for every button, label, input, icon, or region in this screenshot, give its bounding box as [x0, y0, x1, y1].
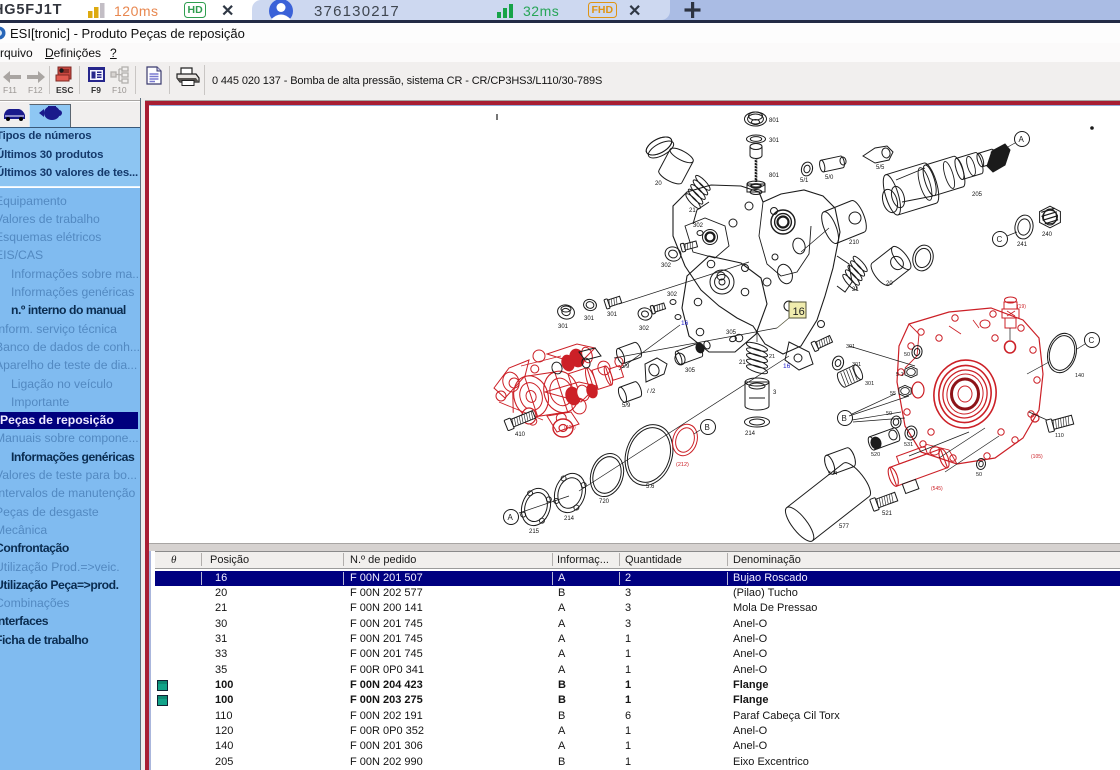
svg-text:50: 50: [904, 352, 910, 358]
svg-text:801: 801: [769, 118, 780, 124]
svg-text:20: 20: [655, 181, 662, 187]
svg-text:(105): (105): [1031, 454, 1043, 460]
svg-text:302: 302: [639, 326, 650, 332]
svg-text:305: 305: [685, 368, 696, 374]
svg-text:50: 50: [976, 472, 982, 478]
svg-text:210: 210: [849, 240, 860, 246]
svg-text:50: 50: [886, 411, 892, 417]
svg-text:240: 240: [1042, 232, 1053, 238]
svg-text:C: C: [997, 235, 1003, 244]
svg-text:(212): (212): [676, 462, 689, 468]
svg-text:20: 20: [886, 281, 893, 287]
svg-text:520: 520: [871, 452, 880, 458]
svg-text:5/1: 5/1: [800, 178, 809, 184]
svg-text:(545): (545): [931, 486, 943, 492]
svg-text:305: 305: [726, 330, 737, 336]
svg-text:215: 215: [529, 529, 540, 535]
svg-text:302: 302: [661, 263, 672, 269]
svg-text:301: 301: [852, 362, 861, 368]
svg-text:B: B: [842, 414, 847, 423]
svg-text:214: 214: [745, 431, 756, 437]
svg-text:C: C: [1089, 336, 1095, 345]
svg-text:21: 21: [689, 208, 696, 214]
svg-text:21: 21: [769, 354, 775, 360]
svg-text:/ /2: / /2: [647, 389, 656, 395]
svg-text:521: 521: [882, 511, 893, 517]
svg-text:301: 301: [558, 324, 569, 330]
svg-text:5/5: 5/5: [876, 165, 885, 171]
svg-text:B: B: [705, 423, 710, 432]
svg-text:241: 241: [1017, 242, 1028, 248]
svg-text:577: 577: [839, 524, 850, 530]
svg-text:205: 205: [972, 192, 983, 198]
svg-text:110: 110: [1055, 433, 1064, 439]
svg-text:5/0: 5/0: [825, 175, 834, 181]
svg-text:16: 16: [681, 320, 689, 327]
svg-text:5.6: 5.6: [646, 484, 655, 490]
svg-text:16: 16: [783, 363, 791, 370]
svg-text:(400): (400): [564, 425, 576, 431]
svg-text:5/9: 5/9: [622, 403, 631, 409]
svg-text:301: 301: [584, 316, 595, 322]
svg-text:140: 140: [1075, 373, 1084, 379]
svg-text:302: 302: [693, 223, 704, 229]
svg-text:301: 301: [607, 312, 618, 318]
svg-text:214: 214: [564, 516, 575, 522]
svg-text:531: 531: [904, 442, 913, 448]
svg-text:301: 301: [769, 138, 780, 144]
svg-text:A: A: [1019, 135, 1025, 144]
svg-text:(19): (19): [1017, 304, 1026, 310]
svg-text:302: 302: [667, 292, 678, 298]
svg-text:16: 16: [793, 306, 805, 318]
svg-text:5 1: 5 1: [896, 372, 904, 378]
svg-text:720: 720: [599, 499, 610, 505]
svg-text:21: 21: [739, 360, 746, 366]
svg-text:301: 301: [846, 344, 855, 350]
svg-text:21: 21: [852, 287, 859, 293]
svg-text:410: 410: [515, 432, 526, 438]
svg-text:A: A: [508, 513, 514, 522]
svg-text:301: 301: [865, 381, 874, 387]
svg-text:801: 801: [769, 173, 780, 179]
svg-text:3: 3: [773, 390, 777, 396]
